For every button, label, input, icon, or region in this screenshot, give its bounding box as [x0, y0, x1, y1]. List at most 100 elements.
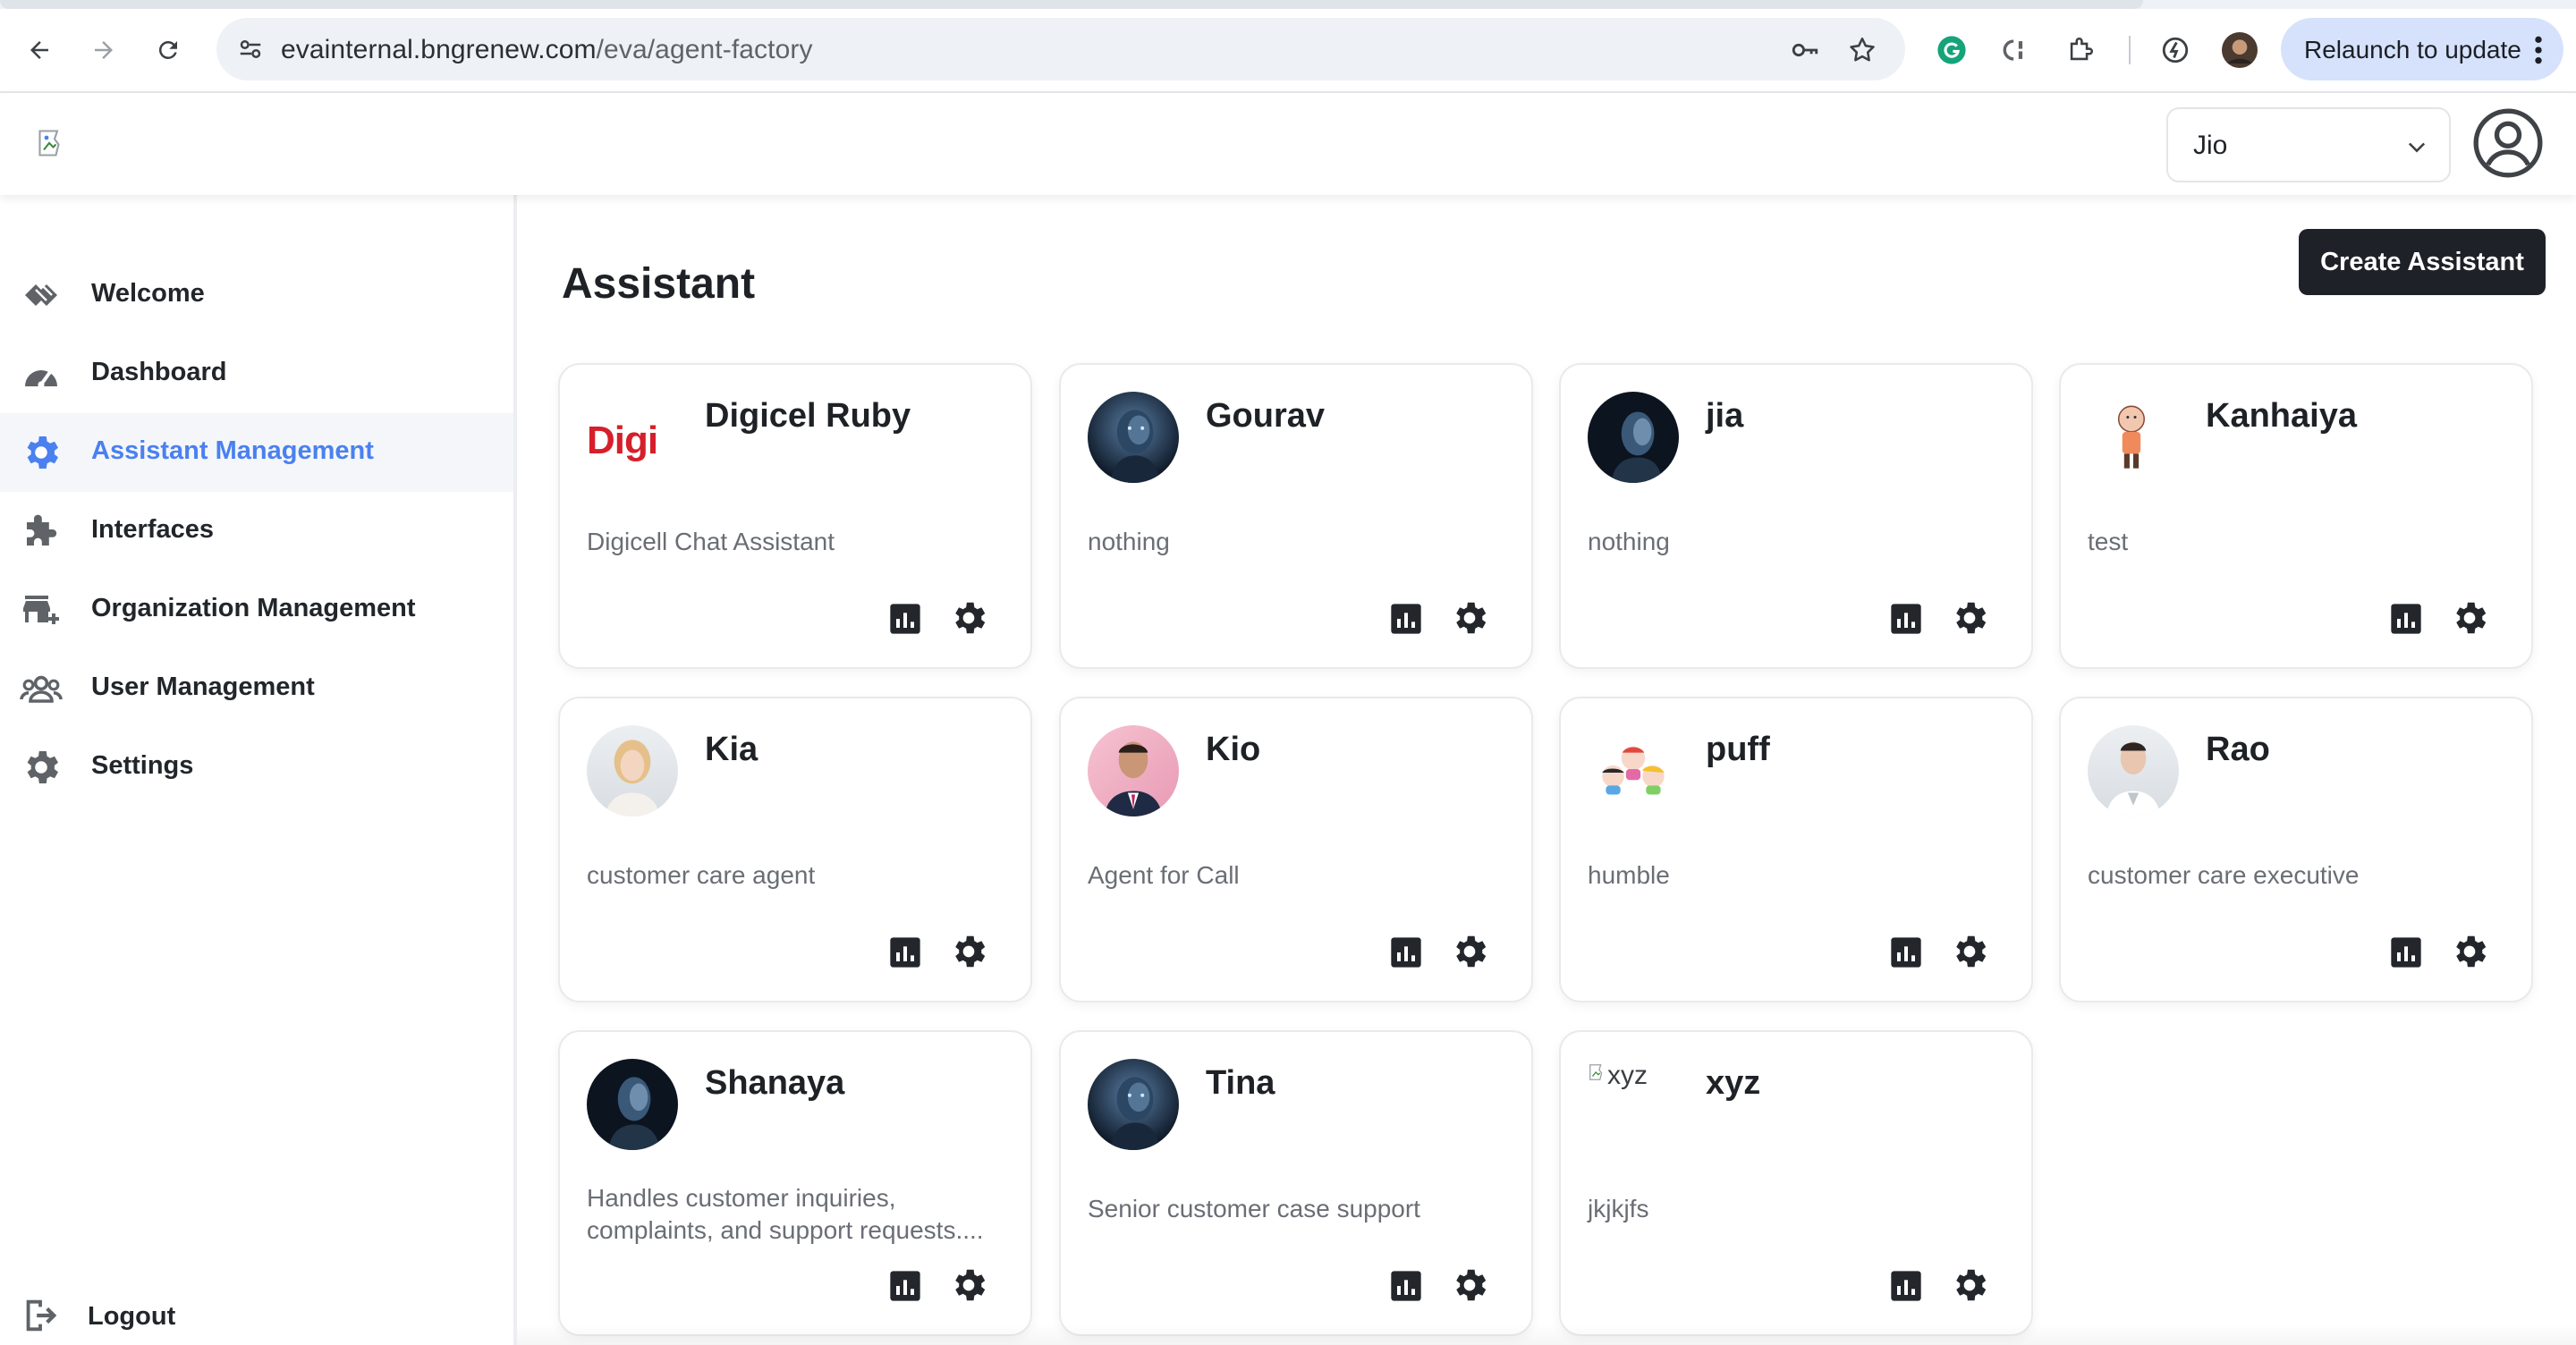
assistant-name: Kia — [705, 731, 758, 768]
reload-button[interactable] — [145, 27, 191, 73]
assistant-card[interactable]: Shanaya Handles customer inquiries, comp… — [558, 1030, 1032, 1336]
settings-gear-icon[interactable] — [2449, 597, 2490, 639]
relaunch-label: Relaunch to update — [2304, 36, 2521, 63]
assistant-card[interactable]: Tina Senior customer case support — [1059, 1030, 1533, 1336]
organization-select[interactable]: Jio — [2166, 107, 2451, 182]
assistant-description: Senior customer case support — [1088, 1195, 1420, 1222]
assistant-description: humble — [1588, 861, 1670, 889]
sidebar-item-dashboard[interactable]: Dashboard — [0, 334, 513, 413]
relaunch-button[interactable]: Relaunch to update — [2281, 18, 2563, 80]
robot-avatar — [1088, 392, 1179, 483]
analytics-icon[interactable] — [887, 601, 923, 637]
more-vert-icon[interactable] — [2531, 32, 2546, 68]
assistant-card[interactable]: puff humble — [1559, 697, 2033, 1002]
users-icon — [20, 675, 63, 703]
key-icon[interactable] — [1787, 32, 1823, 68]
browser-profile-avatar[interactable] — [2220, 30, 2259, 70]
sidebar-item-settings[interactable]: Settings — [0, 728, 513, 807]
settings-gear-icon[interactable] — [948, 1265, 989, 1306]
logout-button[interactable]: Logout — [0, 1281, 513, 1345]
cartoon-avatar — [2088, 392, 2179, 483]
url-path: /eva/agent-factory — [596, 35, 813, 64]
puzzle-icon — [27, 514, 57, 546]
settings-gear-icon[interactable] — [2449, 931, 2490, 972]
broken-image-avatar: xyz — [1588, 1059, 1679, 1150]
assistant-name: Shanaya — [705, 1064, 845, 1102]
analytics-icon[interactable] — [887, 1268, 923, 1304]
assistant-card[interactable]: jia nothing — [1559, 363, 2033, 669]
assistant-card[interactable]: Digi Digicel Ruby Digicell Chat Assistan… — [558, 363, 1032, 669]
settings-gear-icon[interactable] — [948, 597, 989, 639]
broken-logo-icon — [38, 130, 60, 156]
site-settings-icon[interactable] — [229, 28, 272, 71]
browser-toolbar: evainternal.bngrenew.com/eva/agent-facto… — [0, 0, 2576, 93]
assistant-card[interactable]: Kio Agent for Call — [1059, 697, 1533, 1002]
robot-avatar — [587, 1059, 678, 1150]
forward-button[interactable] — [80, 27, 127, 73]
page-title: Assistant — [562, 260, 756, 308]
assistant-description: Agent for Call — [1088, 861, 1240, 889]
analytics-icon[interactable] — [1388, 601, 1424, 637]
cartoon-avatar — [1588, 725, 1679, 816]
assistant-card[interactable]: Gourav nothing — [1059, 363, 1533, 669]
settings-gear-icon[interactable] — [1449, 1265, 1490, 1306]
reload-icon — [158, 40, 177, 59]
analytics-icon[interactable] — [1888, 1268, 1924, 1304]
assistant-description: test — [2088, 528, 2129, 555]
settings-gear-icon[interactable] — [1949, 597, 1990, 639]
assistant-name: Tina — [1206, 1064, 1275, 1102]
assistant-card[interactable]: xyz xyz jkjkjfs — [1559, 1030, 2033, 1336]
extensions-puzzle-icon[interactable] — [2061, 30, 2100, 70]
assistant-description: customer care agent — [587, 861, 816, 889]
analytics-icon[interactable] — [1388, 1268, 1424, 1304]
sidebar-item-welcome[interactable]: Welcome — [0, 256, 513, 334]
settings-icon — [27, 751, 59, 783]
url-text: evainternal.bngrenew.com/eva/agent-facto… — [281, 35, 813, 65]
assistant-name: Gourav — [1206, 397, 1326, 435]
sidebar-item-organization-management[interactable]: Organization Management — [0, 571, 513, 649]
assistant-name: Kio — [1206, 731, 1261, 768]
user-profile-icon[interactable] — [2472, 107, 2544, 179]
analytics-icon[interactable] — [1888, 935, 1924, 970]
sidebar-item-label: Dashboard — [91, 358, 227, 386]
settings-gear-icon[interactable] — [1949, 1265, 1990, 1306]
settings-gear-icon[interactable] — [1449, 931, 1490, 972]
logout-icon — [26, 1299, 57, 1332]
assistant-description: customer care executive — [2088, 861, 2360, 889]
settings-gear-icon[interactable] — [1449, 597, 1490, 639]
analytics-icon[interactable] — [1388, 935, 1424, 970]
sidebar-item-label: Organization Management — [91, 594, 416, 622]
assistant-name: jia — [1706, 397, 1744, 435]
analytics-icon[interactable] — [1888, 601, 1924, 637]
settings-gear-icon[interactable] — [1949, 931, 1990, 972]
settings-gear-icon[interactable] — [948, 931, 989, 972]
chevron-down-icon — [2408, 142, 2426, 153]
sidebar-item-interfaces[interactable]: Interfaces — [0, 492, 513, 571]
analytics-icon[interactable] — [2388, 601, 2424, 637]
star-icon[interactable] — [1844, 32, 1880, 68]
grammarly-icon[interactable] — [1932, 30, 1971, 70]
sidebar-item-user-management[interactable]: User Management — [0, 649, 513, 728]
analytics-icon[interactable] — [2388, 935, 2424, 970]
address-bar[interactable]: evainternal.bngrenew.com/eva/agent-facto… — [216, 18, 1905, 80]
sidebar: Welcome Dashboard Assistant Management I… — [0, 195, 517, 1345]
person-avatar — [1088, 725, 1179, 816]
analytics-icon[interactable] — [887, 935, 923, 970]
person-avatar — [2088, 725, 2179, 816]
sidebar-item-label: Welcome — [91, 279, 205, 308]
sidebar-item-assistant-management[interactable]: Assistant Management — [0, 413, 513, 492]
assistant-card[interactable]: Kia customer care agent — [558, 697, 1032, 1002]
robot-avatar — [1088, 1059, 1179, 1150]
create-assistant-button[interactable]: Create Assistant — [2299, 229, 2546, 295]
performance-icon[interactable] — [2156, 30, 2195, 70]
assistant-card[interactable]: Rao customer care executive — [2059, 697, 2533, 1002]
tab-strip — [0, 0, 2576, 9]
back-button[interactable] — [16, 27, 63, 73]
extension-c-icon[interactable] — [1996, 30, 2036, 70]
assistant-description: nothing — [1088, 528, 1170, 555]
dashboard-icon — [25, 369, 57, 388]
sidebar-item-label: Interfaces — [91, 515, 215, 544]
assistant-card[interactable]: Kanhaiya test — [2059, 363, 2533, 669]
assistant-description: Digicell Chat Assistant — [587, 528, 835, 555]
logout-label: Logout — [88, 1302, 176, 1331]
